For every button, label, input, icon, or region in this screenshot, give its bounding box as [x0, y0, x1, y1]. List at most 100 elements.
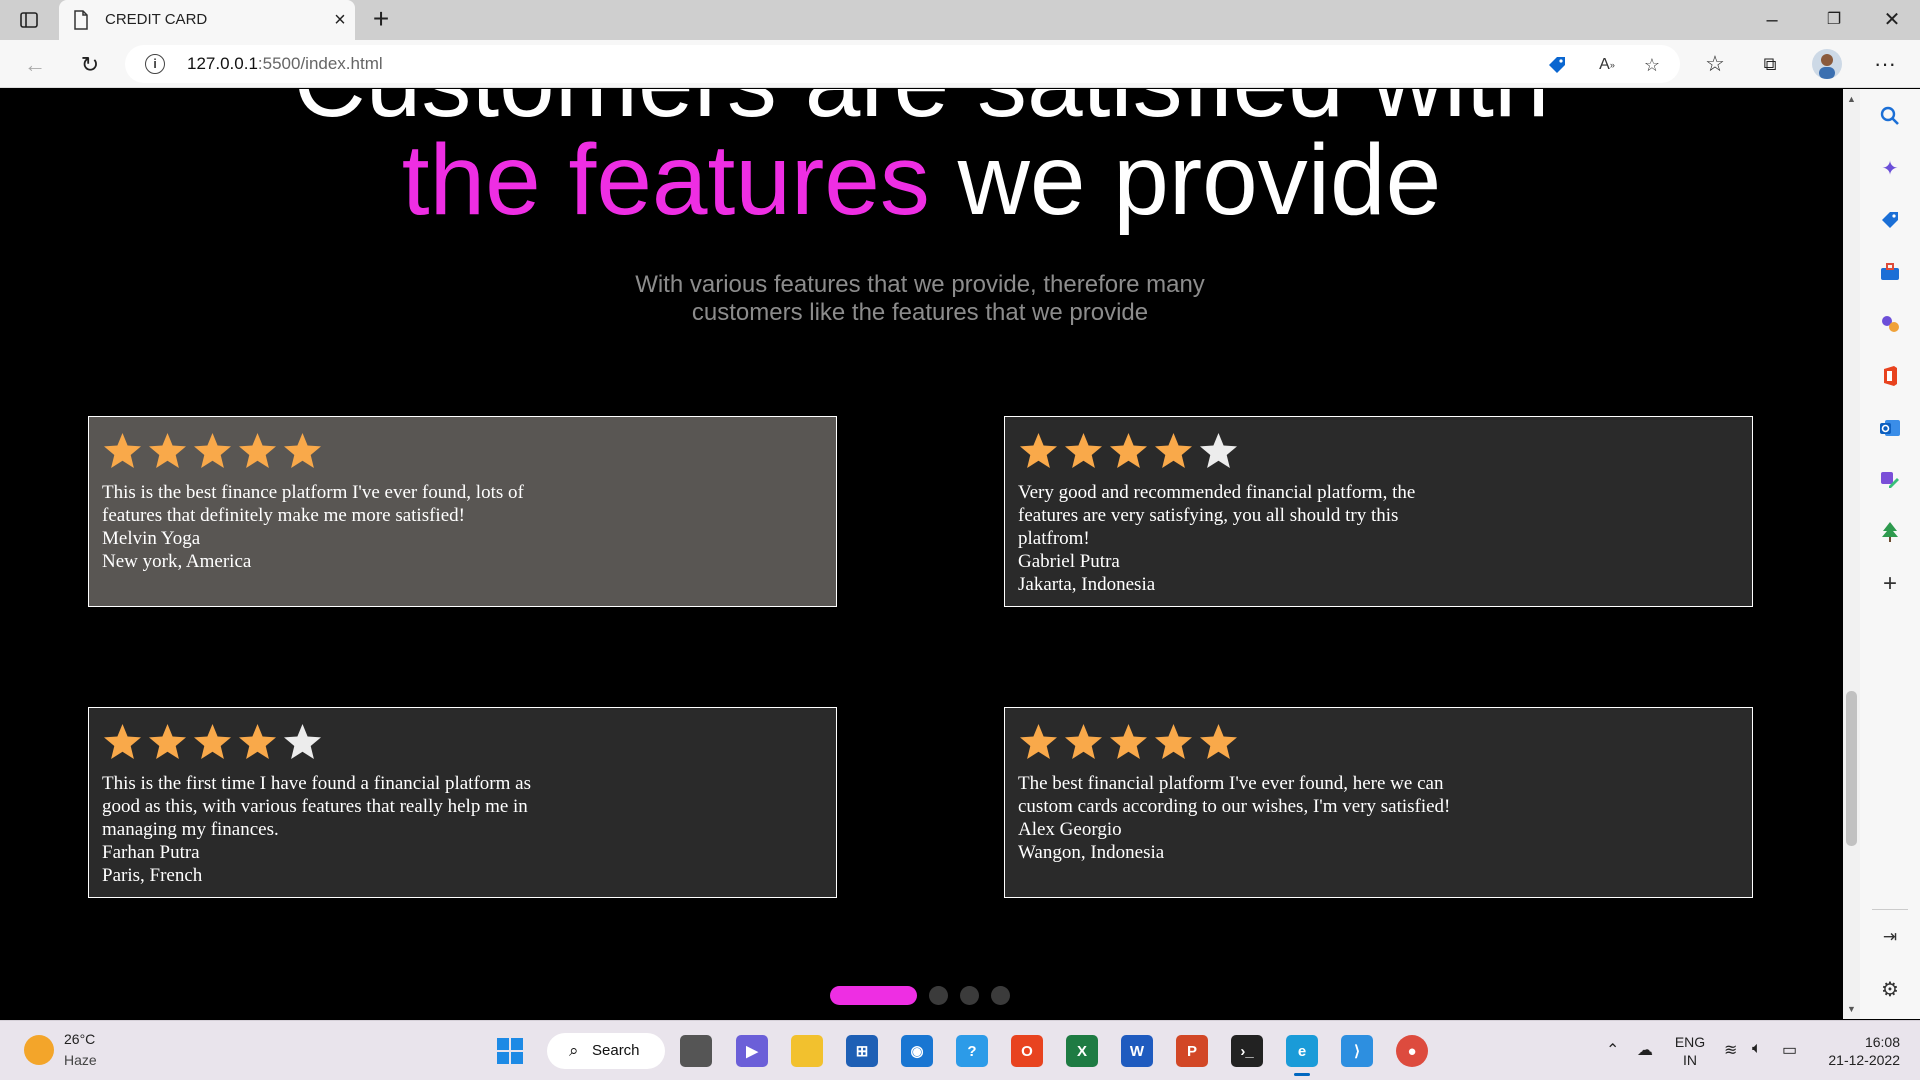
page-scrollbar[interactable]: ▲ ▼ [1843, 89, 1860, 1019]
tools-briefcase-icon[interactable] [1877, 259, 1903, 285]
testimonial-card[interactable]: The best financial platform I've ever fo… [1004, 707, 1753, 898]
file-explorer-icon[interactable] [791, 1035, 823, 1067]
reviewer-name: Alex Georgio [1018, 819, 1122, 840]
input-language[interactable]: ENG IN [1672, 1033, 1708, 1069]
tree-icon[interactable] [1877, 519, 1903, 545]
language-code: ENG [1674, 1034, 1706, 1050]
office-app-icon[interactable]: O [1011, 1035, 1043, 1067]
scroll-thumb[interactable] [1846, 691, 1857, 846]
reviewer-location: Jakarta, Indonesia [1018, 574, 1156, 595]
star-rating [102, 431, 823, 477]
terminal-icon[interactable]: ›_ [1231, 1035, 1263, 1067]
star-filled-icon [282, 431, 323, 472]
wifi-icon[interactable]: ≋ [1724, 1040, 1737, 1060]
taskbar-search-button[interactable]: ⌕ Search [547, 1033, 665, 1069]
photo-app-icon[interactable]: ◉ [901, 1035, 933, 1067]
volume-icon[interactable]: 🔈︎ [1752, 1040, 1762, 1058]
review-text: Very good and recommended financial plat… [1018, 482, 1416, 549]
testimonial-card[interactable]: Very good and recommended financial plat… [1004, 416, 1753, 607]
read-aloud-icon[interactable]: A» [1595, 53, 1619, 77]
new-tab-button[interactable]: + [368, 5, 394, 33]
help-app-icon[interactable]: ? [956, 1035, 988, 1067]
search-icon: ⌕ [569, 1041, 579, 1060]
office-icon[interactable] [1877, 363, 1903, 389]
region-code: IN [1683, 1052, 1697, 1068]
page-viewport: Customers are satisfied with the feature… [0, 89, 1843, 1019]
favorites-icon[interactable]: ☆ [1700, 49, 1730, 79]
reviewer-location: Paris, French [102, 865, 203, 886]
settings-gear-icon[interactable]: ⚙ [1877, 976, 1903, 1002]
tab-actions-icon[interactable] [18, 9, 40, 31]
testimonial-card[interactable]: This is the best finance platform I've e… [88, 416, 837, 607]
word-icon[interactable]: W [1121, 1035, 1153, 1067]
task-view-icon[interactable] [680, 1035, 712, 1067]
add-favorite-icon[interactable]: ☆ [1640, 53, 1664, 77]
carousel-dot[interactable] [929, 985, 948, 1005]
battery-icon[interactable]: ▭ [1782, 1040, 1797, 1060]
designer-icon[interactable] [1877, 467, 1903, 493]
vscode-icon[interactable]: ⟩ [1341, 1035, 1373, 1067]
onedrive-cloud-icon[interactable]: ☁ [1637, 1040, 1653, 1060]
sidebar-divider [1872, 909, 1908, 910]
edge-browser-icon[interactable]: e [1286, 1035, 1318, 1067]
section-subtitle: With various features that we provide, t… [635, 271, 1205, 326]
star-filled-icon [102, 722, 143, 763]
close-tab-icon[interactable]: × [329, 9, 351, 31]
star-empty-icon [1198, 431, 1239, 472]
star-filled-icon [102, 431, 143, 472]
star-filled-icon [1153, 431, 1194, 472]
star-filled-icon [147, 431, 188, 472]
weather-temperature[interactable]: 26°C [64, 1031, 95, 1047]
windows-start-icon[interactable] [494, 1035, 526, 1067]
browser-tab[interactable]: CREDIT CARD × [59, 0, 355, 40]
star-filled-icon [237, 722, 278, 763]
excel-icon[interactable]: X [1066, 1035, 1098, 1067]
clock-date: 21-12-2022 [1828, 1052, 1900, 1068]
tray-overflow-chevron-icon[interactable]: ⌃ [1606, 1040, 1619, 1060]
review-text: This is the best finance platform I've e… [102, 482, 524, 526]
scroll-up-arrow[interactable]: ▲ [1846, 93, 1857, 105]
close-window-button[interactable]: ✕ [1872, 6, 1912, 34]
star-rating [102, 722, 823, 768]
hide-sidebar-icon[interactable]: ⇥ [1877, 924, 1903, 950]
outlook-icon[interactable] [1877, 415, 1903, 441]
windows-taskbar: 26°C Haze ⌕ Search ▶ ⊞ ◉ ? O X W P ›_ e … [0, 1020, 1920, 1080]
refresh-icon[interactable]: ↻ [75, 50, 105, 80]
back-icon[interactable]: ← [20, 50, 50, 80]
star-filled-icon [1018, 722, 1059, 763]
star-filled-icon [1108, 431, 1149, 472]
discover-sparkle-icon[interactable]: ✦ [1877, 155, 1903, 181]
reviewer-name: Gabriel Putra [1018, 551, 1120, 572]
scroll-down-arrow[interactable]: ▼ [1846, 1003, 1857, 1015]
address-bar[interactable]: i 127.0.0.1:5500/index.html A» ☆ [125, 45, 1680, 83]
collections-icon[interactable]: ⧉ [1755, 49, 1785, 79]
star-filled-icon [147, 722, 188, 763]
add-sidebar-app-icon[interactable]: + [1877, 570, 1903, 597]
carousel-dot-active[interactable] [830, 985, 917, 1005]
profile-avatar[interactable] [1812, 49, 1842, 79]
clock[interactable]: 16:08 21-12-2022 [1820, 1033, 1900, 1069]
chrome-icon[interactable]: ● [1396, 1035, 1428, 1067]
testimonial-card[interactable]: This is the first time I have found a fi… [88, 707, 837, 898]
carousel-dot[interactable] [991, 985, 1010, 1005]
edge-sidebar: ✦ + ⇥ ⚙ [1860, 89, 1920, 1019]
minimize-button[interactable]: – [1752, 6, 1792, 34]
price-tag-icon[interactable] [1545, 53, 1569, 77]
clock-time: 16:08 [1864, 1034, 1900, 1050]
teams-chat-icon[interactable]: ▶ [736, 1035, 768, 1067]
weather-haze-icon[interactable] [24, 1035, 54, 1065]
reviewer-name: Melvin Yoga [102, 528, 201, 549]
microsoft-store-icon[interactable]: ⊞ [846, 1035, 878, 1067]
restore-button[interactable]: ❐ [1814, 6, 1854, 34]
tab-strip: CREDIT CARD × + – ❐ ✕ [0, 0, 1920, 40]
shopping-tag-icon[interactable] [1877, 207, 1903, 233]
carousel-dot[interactable] [960, 985, 979, 1005]
site-info-icon[interactable]: i [145, 54, 165, 74]
more-menu-icon[interactable]: ··· [1870, 49, 1900, 79]
search-icon[interactable] [1877, 103, 1903, 129]
url-text[interactable]: 127.0.0.1:5500/index.html [187, 54, 383, 74]
star-empty-icon [282, 722, 323, 763]
powerpoint-icon[interactable]: P [1176, 1035, 1208, 1067]
games-icon[interactable] [1877, 311, 1903, 337]
weather-description[interactable]: Haze [64, 1052, 97, 1068]
